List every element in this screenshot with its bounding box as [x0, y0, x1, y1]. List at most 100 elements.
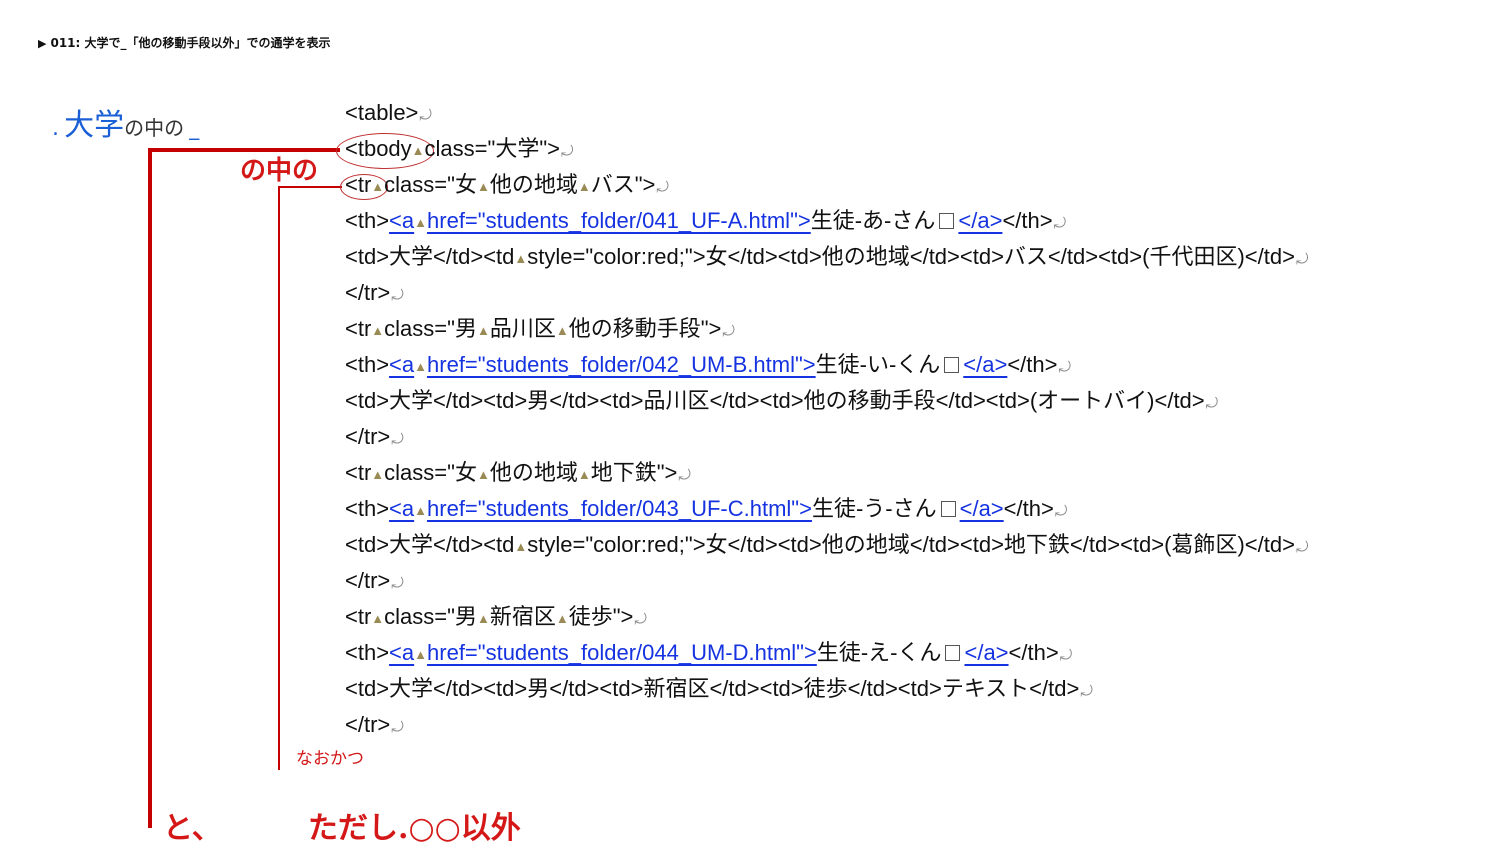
- code-line: <tr▲class="男▲品川区▲他の移動手段">⤾: [345, 311, 1308, 347]
- code-link-text[interactable]: <a: [389, 640, 414, 665]
- return-marker-icon: ⤾: [391, 575, 404, 592]
- code-text: 生徒-え-くん: [816, 640, 942, 665]
- code-text: <tbody: [345, 136, 412, 161]
- code-link-text[interactable]: href="students_folder/043_UF-C.html">: [427, 496, 812, 521]
- return-marker-icon: ⤾: [1295, 539, 1309, 556]
- return-marker-icon: ⤾: [391, 719, 404, 736]
- code-text: <th>: [345, 640, 390, 665]
- code-line: <tbody▲class="大学">⤾: [345, 131, 1308, 167]
- code-text: </tr>: [345, 568, 391, 593]
- page-header: ▶ 011: 大学で_「他の移動手段以外」での通学を表示: [38, 34, 331, 51]
- code-text: </th>: [1002, 208, 1053, 233]
- code-text: 徒歩">: [568, 604, 634, 629]
- code-text: <tr: [345, 172, 372, 197]
- code-text: class="女: [384, 460, 477, 485]
- code-text: 生徒-う-さん: [811, 496, 937, 521]
- code-text: 地下鉄">: [590, 460, 678, 485]
- code-text: </tr>: [345, 280, 391, 305]
- code-line: <tr▲class="女▲他の地域▲地下鉄">⤾: [345, 455, 1308, 491]
- space-marker-icon: ▲: [414, 647, 428, 662]
- outer-bracket-vertical: [148, 148, 152, 828]
- code-link-text[interactable]: href="students_folder/041_UF-A.html">: [427, 208, 811, 233]
- code-text: <tr: [345, 460, 372, 485]
- space-marker-icon: ▲: [414, 359, 428, 374]
- code-line: </tr>⤾: [345, 419, 1308, 455]
- space-marker-icon: ▲: [371, 179, 385, 194]
- space-marker-icon: ▲: [476, 611, 490, 626]
- return-marker-icon: ⤾: [561, 143, 574, 160]
- code-text: 生徒-い-くん: [815, 352, 941, 377]
- code-line: <tr▲class="男▲新宿区▲徒歩">⤾: [345, 599, 1308, 635]
- code-line: <th><a▲href="students_folder/041_UF-A.ht…: [345, 203, 1308, 239]
- code-line: <td>大学</td><td▲style="color:red;">女</td>…: [345, 527, 1308, 563]
- annotation-to: と、: [163, 811, 222, 846]
- code-line: <th><a▲href="students_folder/043_UF-C.ht…: [345, 491, 1308, 527]
- return-marker-icon: ⤾: [391, 431, 404, 448]
- code-link-text[interactable]: </a>: [964, 640, 1008, 665]
- space-marker-icon: ▲: [411, 143, 425, 158]
- space-marker-icon: ▲: [476, 467, 490, 482]
- annotation-top-big: 大学: [64, 108, 125, 143]
- space-marker-icon: ▲: [371, 323, 385, 338]
- code-text: </th>: [1003, 496, 1054, 521]
- code-link-text[interactable]: </a>: [960, 496, 1004, 521]
- annotation-tadashi: ただし.○○以外: [308, 811, 521, 846]
- code-text: 他の地域: [489, 460, 578, 485]
- return-marker-icon: ⤾: [1058, 359, 1071, 376]
- code-text: <tr: [345, 316, 372, 341]
- space-marker-icon: ▲: [514, 251, 528, 266]
- code-link-text[interactable]: </a>: [963, 352, 1007, 377]
- code-line: <th><a▲href="students_folder/044_UM-D.ht…: [345, 635, 1308, 671]
- code-text: </tr>: [345, 424, 391, 449]
- code-text: </th>: [1008, 640, 1059, 665]
- space-marker-icon: ▲: [476, 323, 490, 338]
- code-text: <th>: [345, 352, 390, 377]
- code-line: <table>⤾: [345, 95, 1308, 131]
- code-text: <td>大学</td><td>男</td><td>品川区</td><td>他の移…: [345, 388, 1205, 413]
- code-link-text[interactable]: <a: [389, 352, 414, 377]
- code-text: <table>: [345, 100, 419, 125]
- return-marker-icon: ⤾: [1059, 647, 1073, 664]
- space-marker-icon: ▲: [414, 215, 428, 230]
- code-text: <th>: [345, 496, 390, 521]
- code-block: <table>⤾ <tbody▲class="大学">⤾ <tr▲class="女▲…: [345, 95, 1308, 743]
- code-line: <tr▲class="女▲他の地域▲バス">⤾: [345, 167, 1308, 203]
- disclosure-triangle-icon[interactable]: ▶: [38, 37, 46, 50]
- inner-bracket-vertical: [278, 186, 280, 770]
- space-marker-icon: ▲: [555, 323, 569, 338]
- annotation-top-underscore: _: [189, 116, 200, 140]
- return-marker-icon: ⤾: [722, 323, 735, 340]
- box-marker-icon: [944, 357, 960, 373]
- code-line: <td>大学</td><td▲style="color:red;">女</td>…: [345, 239, 1308, 275]
- return-marker-icon: ⤾: [1054, 503, 1068, 520]
- code-text: style="color:red;">女</td><td>他の地域</td><t…: [527, 532, 1295, 557]
- code-link-text[interactable]: href="students_folder/042_UM-B.html">: [427, 352, 816, 377]
- return-marker-icon: ⤾: [391, 287, 404, 304]
- annotation-top-dot: .: [52, 116, 59, 141]
- code-text: 他の地域: [489, 172, 578, 197]
- code-link-text[interactable]: href="students_folder/044_UM-D.html">: [427, 640, 817, 665]
- box-marker-icon: [939, 213, 955, 229]
- code-text: style="color:red;">女</td><td>他の地域</td><t…: [527, 244, 1295, 269]
- code-text: <td>大学</td><td>男</td><td>新宿区</td><td>徒歩<…: [345, 676, 1080, 701]
- code-line: <th><a▲href="students_folder/042_UM-B.ht…: [345, 347, 1308, 383]
- return-marker-icon: ⤾: [634, 611, 647, 628]
- code-line: </tr>⤾: [345, 275, 1308, 311]
- code-link-text[interactable]: </a>: [958, 208, 1002, 233]
- code-text: <tr: [345, 604, 372, 629]
- return-marker-icon: ⤾: [1205, 395, 1219, 412]
- code-text: 品川区: [489, 316, 556, 341]
- space-marker-icon: ▲: [371, 611, 385, 626]
- space-marker-icon: ▲: [555, 611, 569, 626]
- return-marker-icon: ⤾: [1295, 251, 1309, 268]
- code-line: <td>大学</td><td>男</td><td>新宿区</td><td>徒歩<…: [345, 671, 1308, 707]
- code-line: </tr>⤾: [345, 707, 1308, 743]
- code-link-text[interactable]: <a: [389, 496, 414, 521]
- code-text: 生徒-あ-さん: [810, 208, 936, 233]
- code-link-text[interactable]: <a: [389, 208, 414, 233]
- code-text: class="女: [384, 172, 477, 197]
- code-line: </tr>⤾: [345, 563, 1308, 599]
- code-text: 新宿区: [489, 604, 556, 629]
- return-marker-icon: ⤾: [419, 107, 432, 124]
- space-marker-icon: ▲: [577, 467, 591, 482]
